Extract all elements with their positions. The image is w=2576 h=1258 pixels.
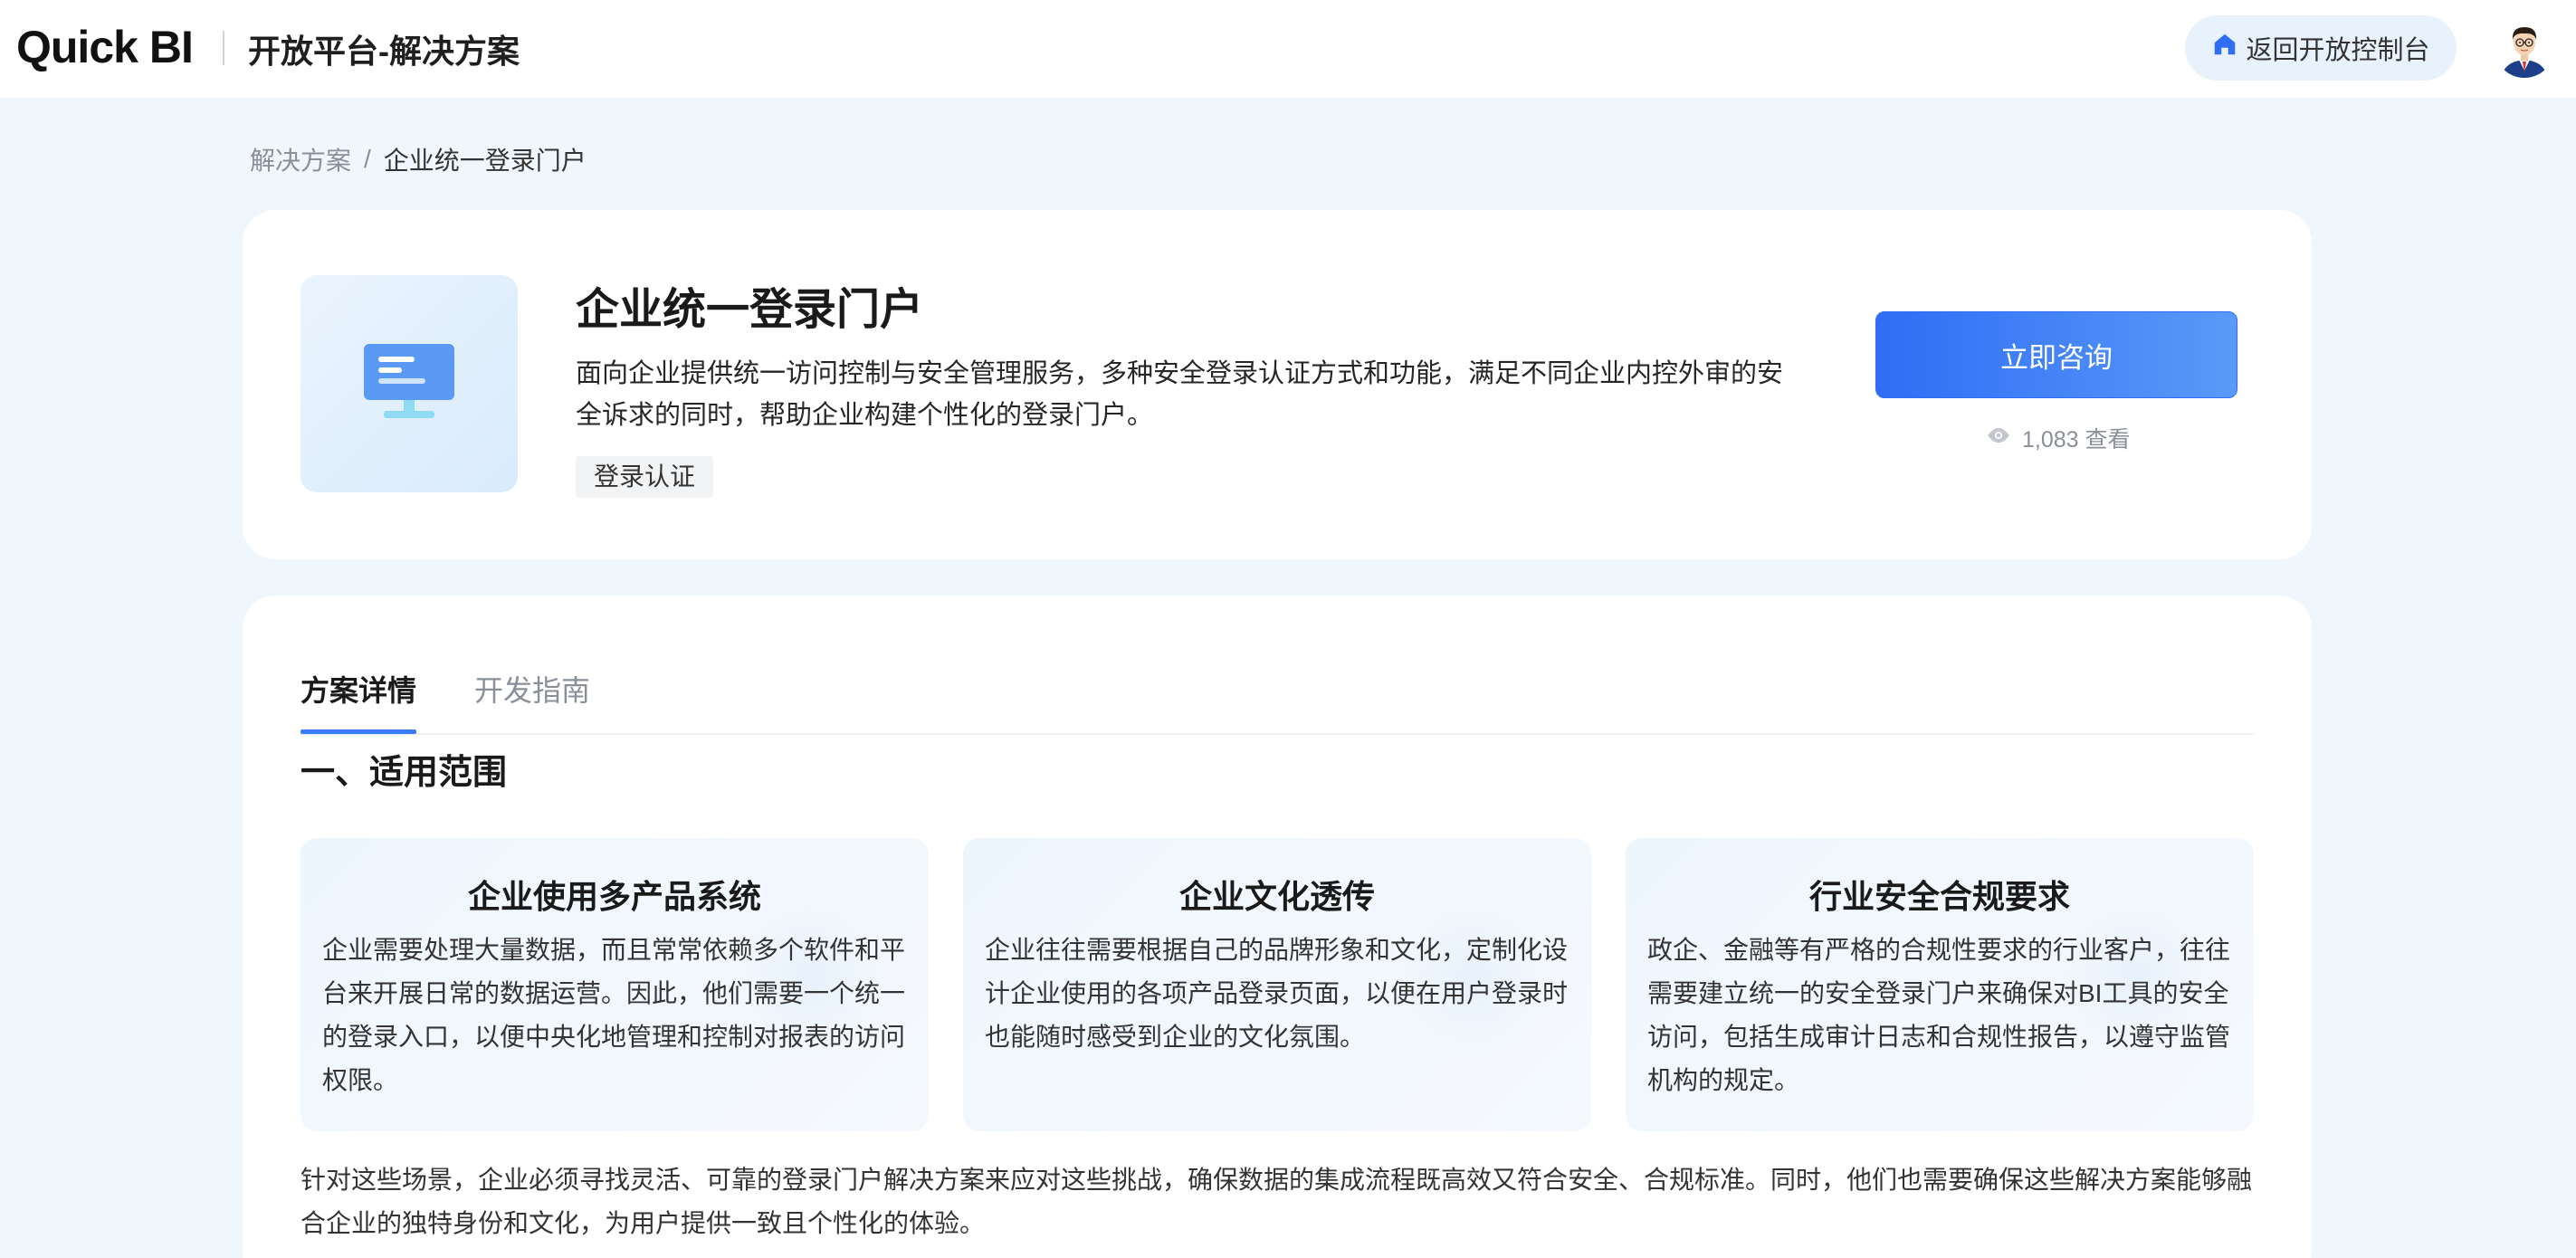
breadcrumb-current: 企业统一登录门户	[383, 147, 587, 175]
consult-button[interactable]: 立即咨询	[1875, 311, 2237, 398]
view-count: 1,083 查看	[1986, 422, 2131, 454]
solution-detail-card: 方案详情 开发指南 一、适用范围 企业使用多产品系统 企业需要处理大量数据，而且…	[243, 596, 2312, 1258]
solution-icon-box	[301, 275, 518, 492]
tab-solution-details[interactable]: 方案详情	[301, 668, 416, 710]
section-title: 一、适用范围	[301, 754, 508, 792]
eye-icon	[1986, 423, 2011, 454]
back-to-console-label: 返回开放控制台	[2246, 36, 2430, 65]
scene-title: 企业文化透传	[1178, 878, 1375, 915]
solution-title: 企业统一登录门户	[576, 286, 924, 334]
tab-dev-guide[interactable]: 开发指南	[474, 668, 590, 710]
breadcrumb-separator: /	[364, 145, 371, 173]
breadcrumb-solutions-link[interactable]: 解决方案	[250, 141, 351, 177]
scene-card: 企业文化透传 企业往往需要根据自己的品牌形象和文化，定制化设计企业使用的各项产品…	[963, 838, 1591, 1131]
back-to-console-button[interactable]: 返回开放控制台	[2185, 15, 2457, 81]
scene-title: 行业安全合规要求	[1808, 878, 2070, 915]
scene-card: 行业安全合规要求 政企、金融等有严格的合规性要求的行业客户，往往需要建立统一的安…	[1626, 838, 2254, 1131]
scene-title: 企业使用多产品系统	[467, 878, 761, 915]
breadcrumb: 解决方案 / 企业统一登录门户	[250, 141, 587, 177]
scene-description: 政企、金融等有严格的合规性要求的行业客户，往往需要建立统一的安全登录门户来确保对…	[1647, 936, 2231, 1094]
solution-description: 面向企业提供统一访问控制与安全管理服务，多种安全登录认证方式和功能，满足不同企业…	[576, 359, 1784, 430]
scene-description: 企业需要处理大量数据，而且常常依赖多个软件和平台来开展日常的数据运营。因此，他们…	[322, 936, 906, 1094]
platform-title: 开放平台-解决方案	[248, 33, 520, 70]
scene-card: 企业使用多产品系统 企业需要处理大量数据，而且常常依赖多个软件和平台来开展日常的…	[301, 838, 929, 1131]
logo-divider	[223, 31, 224, 65]
scene-description: 企业往往需要根据自己的品牌形象和文化，定制化设计企业使用的各项产品登录页面，以便…	[985, 936, 1569, 1051]
solution-tag: 登录认证	[576, 456, 714, 498]
tab-bar: 方案详情 开发指南	[301, 632, 2254, 735]
home-icon	[2211, 31, 2238, 65]
summary-paragraph: 针对这些场景，企业必须寻找灵活、可靠的登录门户解决方案来应对这些挑战，确保数据的…	[301, 1166, 2253, 1237]
quickbi-logo[interactable]: Quick BI	[16, 20, 194, 74]
top-bar: Quick BI 开放平台-解决方案 返回开放控制台	[0, 0, 2576, 98]
solution-header-card: 企业统一登录门户 面向企业提供统一访问控制与安全管理服务，多种安全登录认证方式和…	[243, 210, 2312, 559]
monitor-icon	[364, 343, 454, 424]
active-tab-indicator	[301, 729, 416, 734]
avatar[interactable]	[2495, 18, 2554, 78]
view-count-label: 1,083 查看	[2022, 427, 2131, 453]
